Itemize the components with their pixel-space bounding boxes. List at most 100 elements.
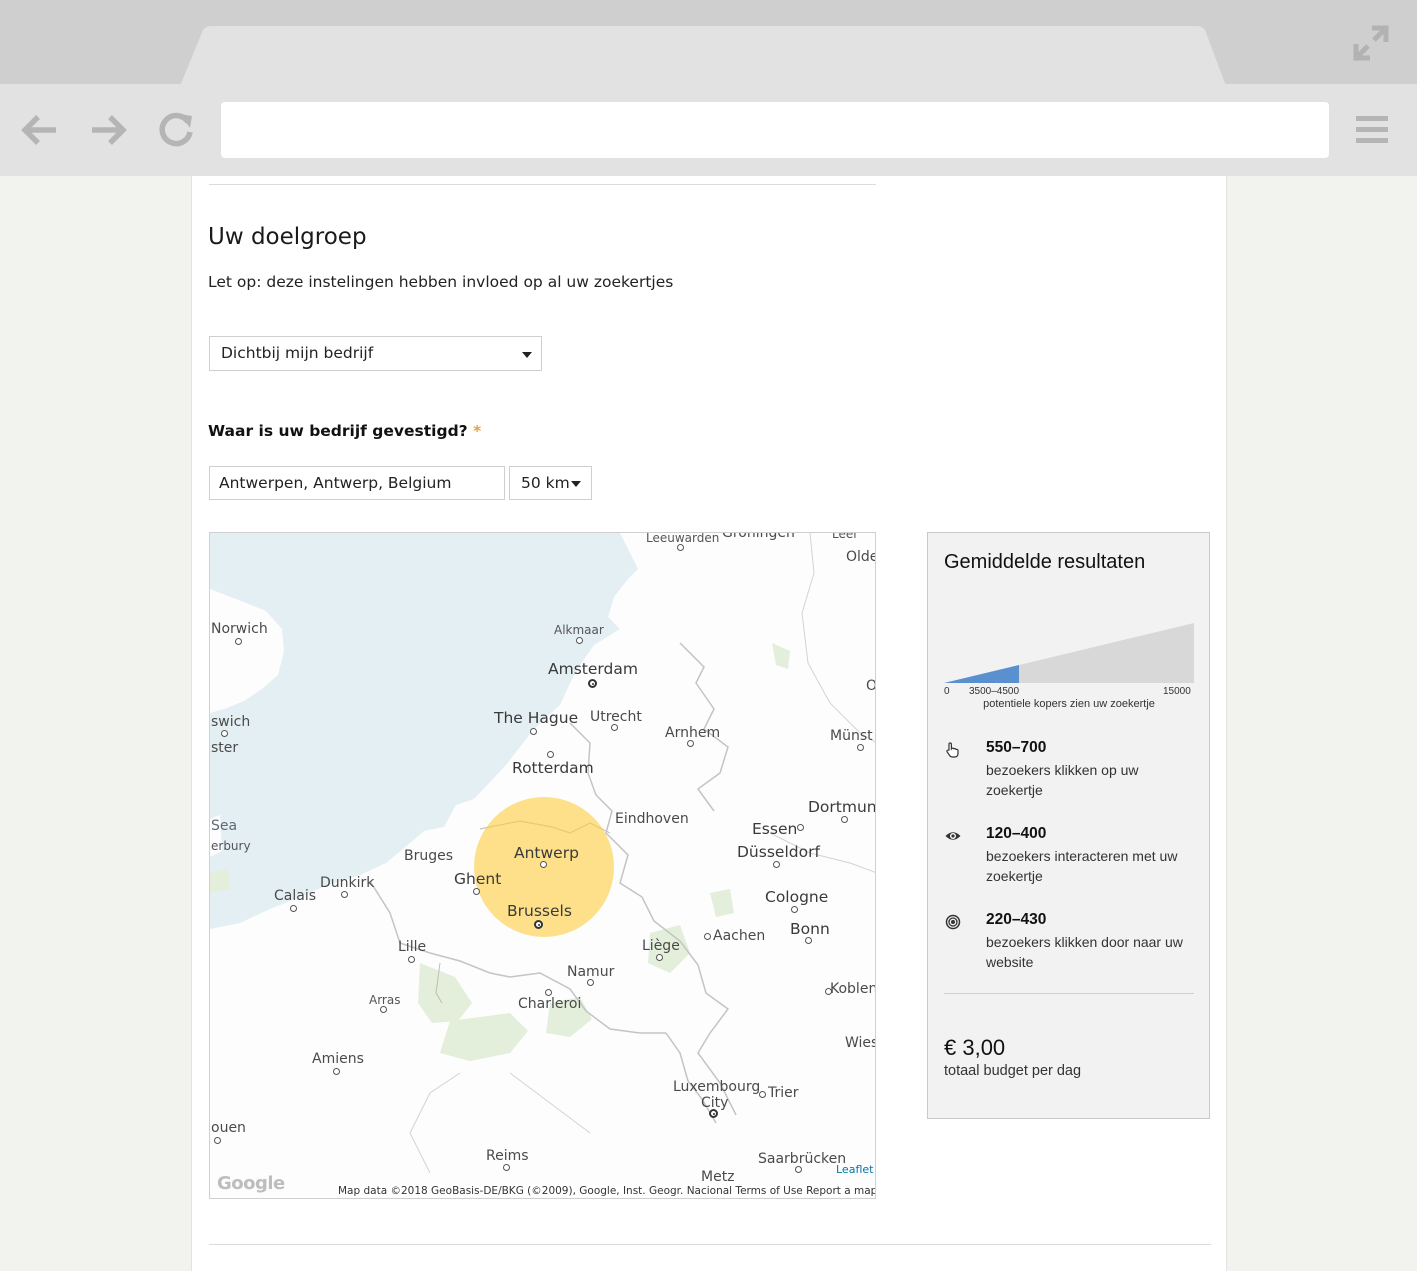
map-sea-label: Sea [211,818,238,834]
map-city-label: Münst [830,728,873,744]
map-city-marker [214,1137,221,1144]
gauge-range-label: 3500–4500 [969,686,1020,697]
map-city-marker [576,637,583,644]
map-city-label: Norwich [211,621,268,637]
map-city-label: Amiens [312,1051,364,1067]
map-city-label: swich [211,714,251,730]
target-icon [945,914,961,930]
map-capital-marker [534,920,543,929]
map-city-marker [587,979,594,986]
divider [209,1244,1211,1245]
map-city-label: Düsseldorf [737,843,820,861]
map-city-label: Koblen [830,981,876,997]
map-city-label: Trier [768,1085,799,1101]
map-city-marker [333,1068,340,1075]
map-capital-marker [709,1109,718,1118]
map-city-marker [857,744,864,751]
gauge-fill [944,665,1019,683]
page-content: Uw doelgroep Let op: deze instelingen he… [191,176,1227,1271]
settings-notice: Let op: deze instelingen hebben invloed … [208,273,674,291]
map-city-label: Amsterdam [548,660,638,678]
map-city-label: Groningen [722,532,795,541]
map-city-marker [540,861,547,868]
divider [209,184,876,185]
map-city-label: ouen [211,1120,246,1136]
reload-icon[interactable] [154,108,198,152]
map-city-label: The Hague [494,709,579,727]
hand-pointer-icon [946,742,959,758]
daily-budget-value: € 3,00 [944,1035,1006,1060]
map-city-marker [759,1091,766,1098]
section-heading: Uw doelgroep [208,224,367,250]
map-city-label: Wies [845,1035,876,1051]
map-city-label: Reims [486,1148,529,1164]
daily-budget-label: totaal budget per dag [944,1063,1082,1079]
reach-gauge [944,623,1194,683]
map-city-marker [221,730,228,737]
metric-interactions-description: bezoekers interacteren met uw zoekertje [986,848,1178,884]
map-capital-marker [588,679,597,688]
location-input[interactable] [209,466,505,500]
map-city-marker [841,816,848,823]
map-city-label: Bruges [404,848,454,864]
map-city-marker [408,956,415,963]
map-city-marker [473,888,480,895]
location-question-label: Waar is uw bedrijf gevestigd? * [208,422,481,440]
map-city-marker [380,1006,387,1013]
eye-icon [945,832,961,840]
gauge-max-label: 15000 [1163,686,1191,697]
google-logo: Google [217,1173,285,1194]
location-question-text: Waar is uw bedrijf gevestigd? [208,422,468,440]
metric-website-clicks-value: 220–430 [986,911,1047,928]
map-city-label: Dunkirk [320,875,375,891]
map-city-marker [341,891,348,898]
address-bar[interactable] [221,102,1329,158]
map-city-label: ster [211,740,239,756]
map-city-marker [805,937,812,944]
hamburger-menu-icon[interactable] [1352,110,1392,150]
map-city-label: Brussels [507,902,572,920]
map-city-label: Charleroi [518,996,582,1012]
audience-select[interactable]: Dichtbij mijn bedrijf [209,336,542,371]
map-view[interactable]: Leeuwarden Groningen Leer Olde Norwich A… [209,532,876,1199]
map-city-marker [656,954,663,961]
metric-website-clicks-description: bezoekers klikken door naar uw website [986,934,1183,970]
map-city-marker [545,989,552,996]
radius-select[interactable]: 50 km [509,466,592,500]
results-panel: Gemiddelde resultaten 0 3500–4500 15000 … [927,532,1210,1119]
map-city-label: Lille [398,939,427,955]
map-city-marker [825,988,832,995]
browser-tab[interactable] [0,0,1417,86]
map-city-marker [704,933,711,940]
map-attribution[interactable]: Map data ©2018 GeoBasis-DE/BKG (©2009), … [338,1185,875,1197]
required-mark: * [473,422,482,440]
metric-interactions-value: 120–400 [986,825,1047,842]
map-city-label: Ghent [454,870,502,888]
map-city-label: Essen [752,820,798,838]
chevron-down-icon [522,352,532,358]
map-city-marker [503,1164,510,1171]
back-arrow-icon[interactable] [18,108,62,152]
gauge-min-label: 0 [944,686,950,697]
metric-clicks-description: bezoekers klikken op uw zoekertje [986,762,1139,798]
map-city-label: Arras [369,993,401,1007]
map-city-label: Calais [274,888,317,904]
map-city-label: Antwerp [514,844,579,862]
map-city-marker [290,905,297,912]
divider [944,993,1194,994]
map-city-marker [791,906,798,913]
leaflet-link[interactable]: Leaflet [836,1163,873,1176]
map-city-label: Cologne [765,888,829,906]
map-city-label: Leer [832,532,859,541]
map-city-label: Rotterdam [512,759,594,777]
map-city-label: Arnhem [665,725,721,741]
map-city-marker [547,751,554,758]
metric-clicks-value: 550–700 [986,739,1047,756]
forward-arrow-icon[interactable] [86,108,130,152]
audience-select-value: Dichtbij mijn bedrijf [221,344,374,362]
map-city-label: Bonn [790,920,830,938]
map-city-marker [611,724,618,731]
fullscreen-icon[interactable] [1350,22,1392,64]
map-city-label: erbury [211,839,251,853]
map-city-label: Olde [846,549,876,565]
